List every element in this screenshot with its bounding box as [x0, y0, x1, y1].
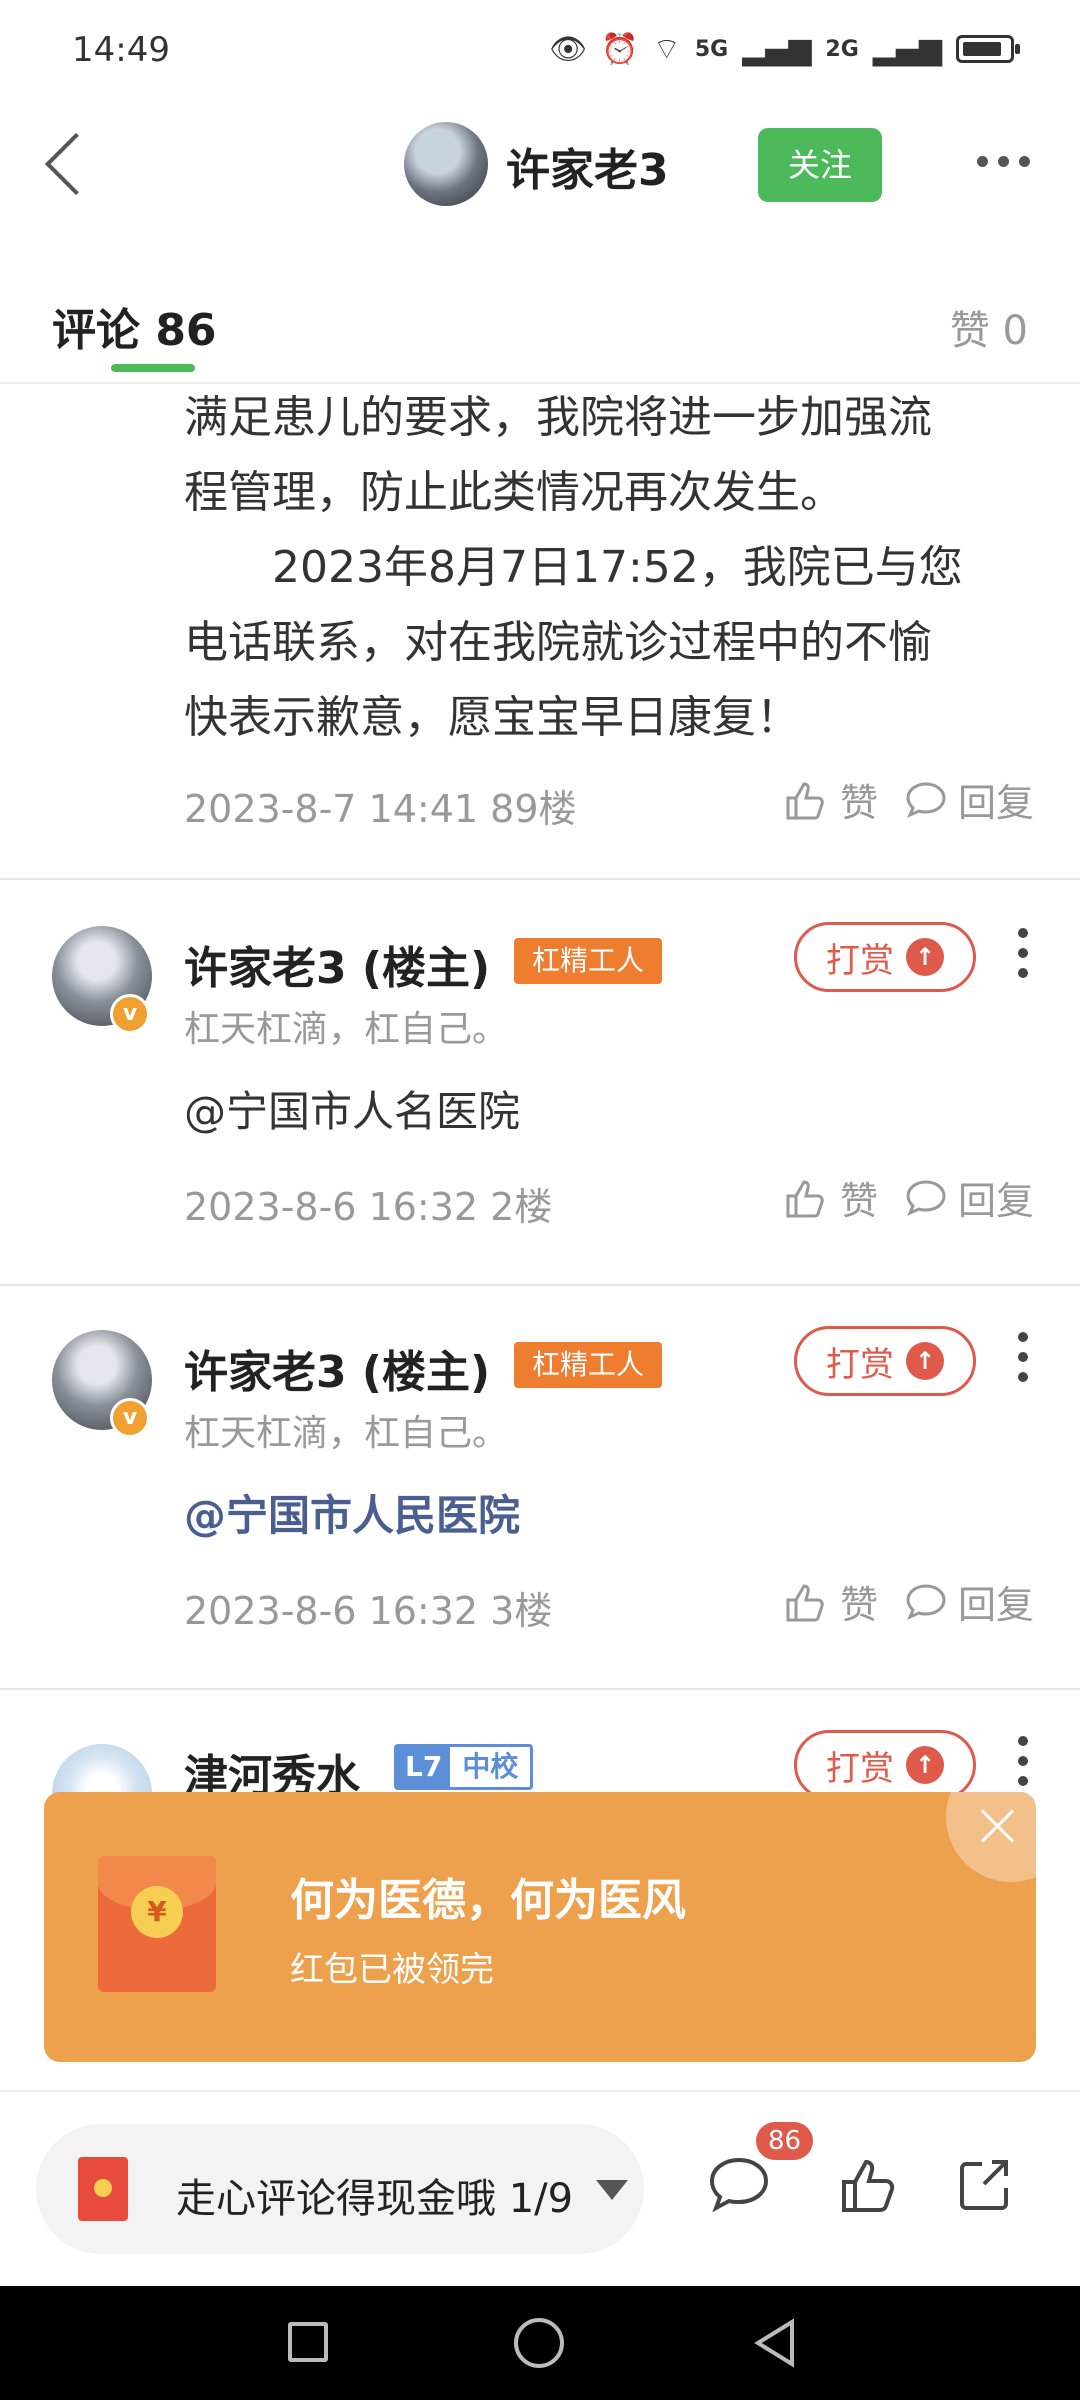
like-label: 赞 [839, 781, 878, 825]
comment-item: v 许家老3 (楼主) 杠精工人 杠天杠滴，杠自己。 @宁国市人名医院 打赏 ↑… [0, 882, 1080, 1286]
like-label: 赞 [839, 1583, 878, 1627]
reply-line: 电话联系，对在我院就诊过程中的不愉 [184, 617, 932, 668]
reply-line: 满足患儿的要求，我院将进一步加强流 [184, 392, 932, 443]
status-icons: 👁 ⏰ ⌔ 5G ▂▄▆ 2G ▂▄▆ [549, 30, 1020, 68]
reply-label: 回复 [957, 781, 1034, 825]
commenter-signature: 杠天杠滴，杠自己。 [184, 1413, 509, 1454]
reply-label: 回复 [957, 1583, 1034, 1627]
commenter-name[interactable]: 许家老3 (楼主) [184, 932, 490, 996]
tip-button[interactable]: 打赏 ↑ [794, 1326, 976, 1396]
system-nav-bar [0, 2286, 1080, 2400]
reply-button[interactable]: 回复 [904, 772, 1034, 827]
back-triangle-icon[interactable] [748, 2316, 802, 2370]
author-avatar[interactable] [404, 122, 488, 206]
like-button[interactable]: 赞 [782, 1170, 878, 1225]
back-arrow-icon[interactable] [30, 128, 100, 198]
author-name[interactable]: 许家老3 [506, 134, 669, 198]
reply-button[interactable]: 回复 [904, 1574, 1034, 1629]
like-button[interactable]: 赞 [782, 1574, 878, 1629]
tip-label: 打赏 [826, 1748, 894, 1789]
bottom-action-bar: 走心评论得现金哦 1/9 86 [0, 2090, 1080, 2286]
comment-count-badge: 86 [756, 2122, 814, 2160]
thumb-up-icon[interactable] [834, 2150, 904, 2220]
comment-more-icon[interactable] [1018, 928, 1028, 978]
thumb-up-icon [786, 781, 824, 819]
like-label: 赞 [839, 1179, 878, 1223]
level-title: 中校 [462, 1750, 519, 1783]
wifi-icon: ⌔ [652, 32, 681, 67]
comment-item: v 许家老3 (楼主) 杠精工人 杠天杠滴，杠自己。 @宁国市人民医院 打赏 ↑… [0, 1286, 1080, 1690]
signal-5g-icon: 5G [694, 36, 729, 62]
level-number: L7 [397, 1747, 451, 1787]
home-icon[interactable] [514, 2318, 564, 2368]
level-badge: L7 中校 [394, 1744, 534, 1790]
reply-label: 回复 [957, 1179, 1034, 1223]
date-floor: 2023-8-6 16:32 2楼 [184, 1185, 553, 1229]
comment-more-icon[interactable] [1018, 1736, 1028, 1786]
reply-line: 程管理，防止此类情况再次发生。 [184, 467, 844, 518]
coin-icon: ↑ [906, 1342, 944, 1380]
coin-icon: ↑ [906, 938, 944, 976]
comment-meta: 2023-8-6 16:32 2楼 赞 回复 [184, 1170, 1034, 1230]
comment-input[interactable]: 走心评论得现金哦 1/9 [36, 2124, 644, 2254]
close-icon [976, 1804, 1020, 1848]
thumb-up-icon [786, 1583, 824, 1621]
reply-button[interactable]: 回复 [904, 1170, 1034, 1225]
comment-more-icon[interactable] [1018, 1332, 1028, 1382]
tab-likes[interactable]: 赞 0 [950, 298, 1028, 356]
red-packet-banner[interactable]: ¥ 何为医德，何为医风 红包已被领完 [44, 1792, 1036, 2062]
red-envelope-icon: ¥ [98, 1856, 216, 1992]
coin-icon: ↑ [906, 1746, 944, 1784]
reply-line: 2023年8月7日17:52，我院已与您 [184, 542, 963, 593]
tip-label: 打赏 [826, 940, 894, 981]
commenter-signature: 杠天杠滴，杠自己。 [184, 1009, 509, 1050]
commenter-name[interactable]: 许家老3 (楼主) [184, 1336, 490, 1400]
comment-meta: 2023-8-6 16:32 3楼 赞 回复 [184, 1574, 1034, 1634]
comments-icon[interactable] [704, 2150, 774, 2220]
status-bar: 14:49 👁 ⏰ ⌔ 5G ▂▄▆ 2G ▂▄▆ [0, 0, 1080, 100]
reply-line: 快表示歉意，愿宝宝早日康复！ [184, 692, 800, 743]
banner-subtitle: 红包已被领完 [290, 1950, 494, 1990]
alarm-icon: ⏰ [601, 31, 639, 67]
thumb-up-icon [786, 1179, 824, 1217]
follow-button[interactable]: 关注 [758, 128, 882, 202]
chat-bubble-icon [906, 1583, 946, 1620]
comment-body: @宁国市人名医院 [184, 1087, 521, 1136]
battery-icon [956, 35, 1020, 63]
top-header: 许家老3 关注 [0, 100, 1080, 230]
comment-meta: 2023-8-7 14:41 89楼 赞 回复 [184, 772, 1034, 832]
tip-button[interactable]: 打赏 ↑ [794, 922, 976, 992]
mention-link[interactable]: @宁国市人民医院 [184, 1482, 520, 1543]
date-floor: 2023-8-6 16:32 3楼 [184, 1589, 553, 1633]
status-time: 14:49 [72, 30, 170, 70]
banner-title: 何为医德，何为医风 [290, 1875, 686, 1926]
banner-close-button[interactable] [946, 1792, 1036, 1882]
tip-label: 打赏 [826, 1344, 894, 1385]
recent-apps-icon[interactable] [288, 2322, 328, 2362]
share-icon[interactable] [952, 2150, 1022, 2220]
verified-badge-icon: v [110, 1398, 150, 1438]
dropdown-arrow-icon[interactable] [596, 2180, 628, 2200]
yuan-coin-icon: ¥ [131, 1886, 183, 1938]
active-tab-indicator [111, 364, 195, 372]
title-badge: 杠精工人 [514, 1342, 663, 1388]
tip-button[interactable]: 打赏 ↑ [794, 1730, 976, 1800]
signal-bars-icon: ▂▄▆ [742, 31, 812, 67]
more-options-icon[interactable] [977, 156, 1030, 167]
tab-comments[interactable]: 评论 86 [52, 294, 217, 358]
date-floor: 2023-8-7 14:41 89楼 [184, 787, 577, 831]
verified-badge-icon: v [110, 994, 150, 1034]
hospital-reply-block: 满足患儿的要求，我院将进一步加强流 程管理，防止此类情况再次发生。 2023年8… [0, 386, 1080, 880]
signal-bars-icon-2: ▂▄▆ [872, 31, 942, 67]
like-button[interactable]: 赞 [782, 772, 878, 827]
eye-icon: 👁 [549, 31, 588, 67]
chat-bubble-icon [906, 781, 946, 818]
comment-input-prompt: 走心评论得现金哦 1/9 [176, 2176, 574, 2222]
comment-tabs: 评论 86 赞 0 [0, 230, 1080, 384]
red-envelope-icon [78, 2157, 128, 2221]
title-badge: 杠精工人 [514, 938, 663, 984]
chat-bubble-icon [906, 1179, 946, 1216]
signal-2g-icon: 2G [825, 36, 859, 62]
